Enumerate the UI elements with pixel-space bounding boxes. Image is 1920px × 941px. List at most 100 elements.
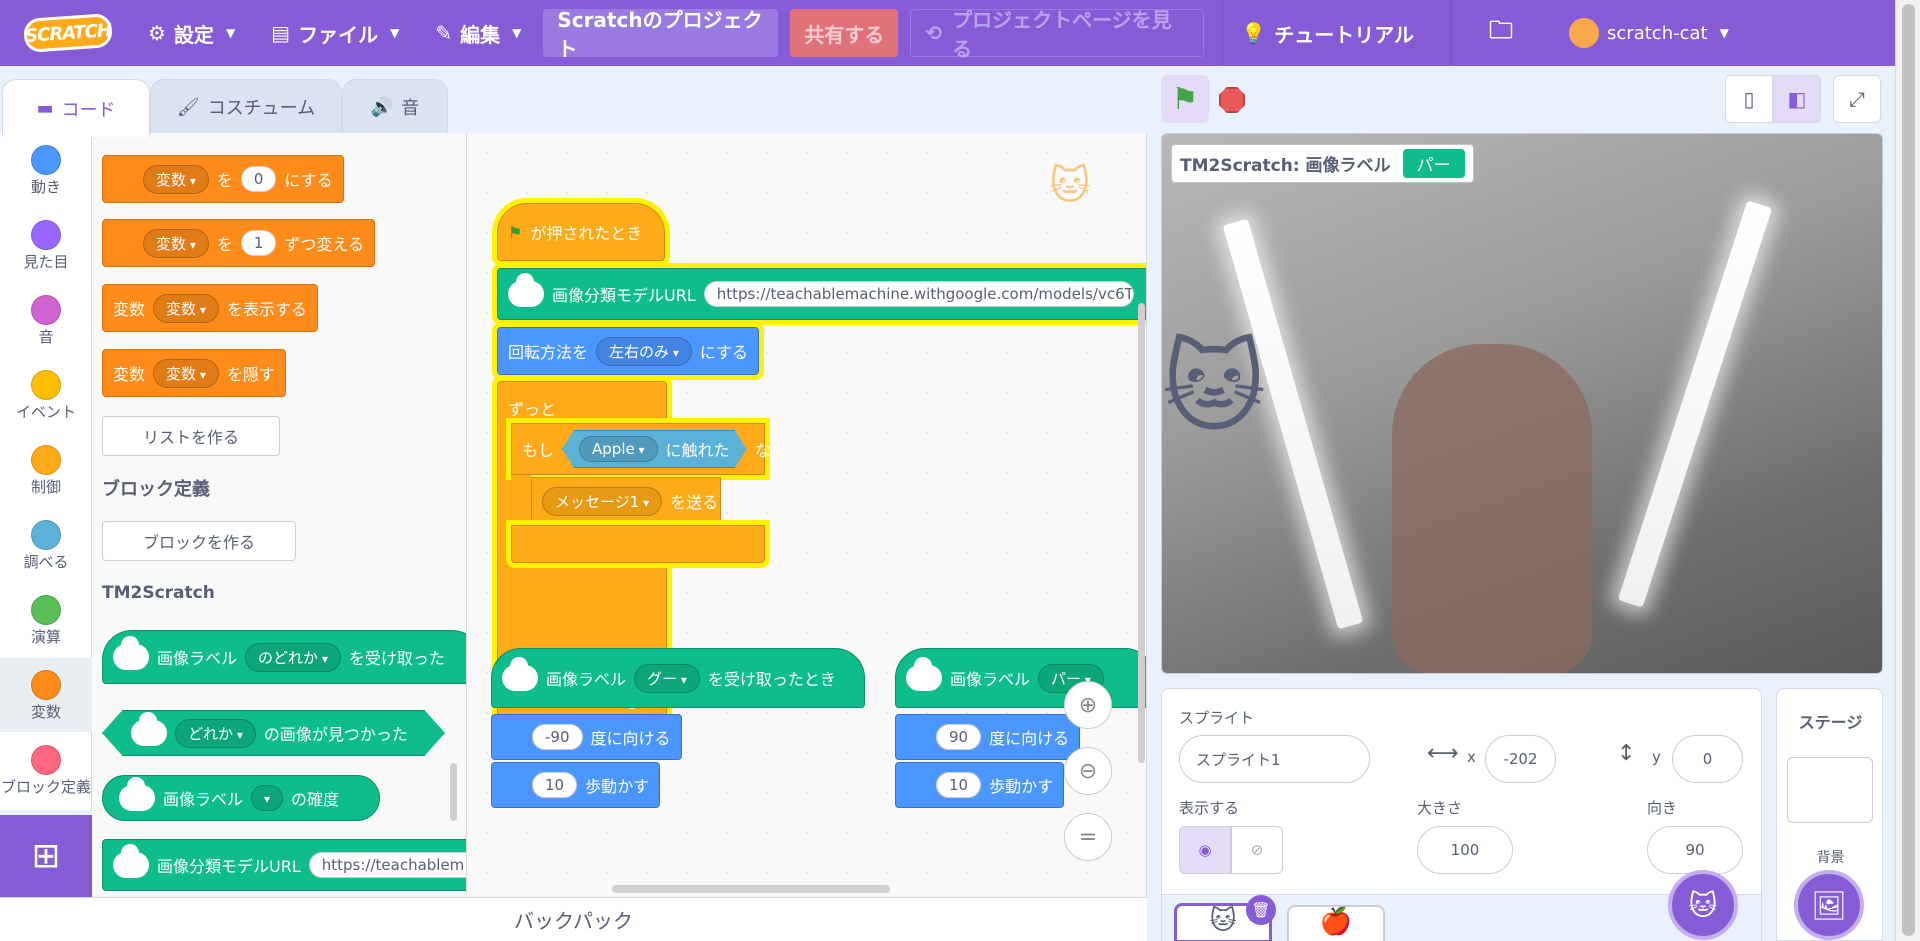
x-input[interactable]: -202: [1485, 735, 1556, 783]
variable-dropdown[interactable]: 変数: [153, 358, 219, 388]
category-control[interactable]: 制御: [0, 433, 92, 507]
category-sound[interactable]: 音: [0, 283, 92, 357]
delete-sprite-button[interactable]: 🗑: [1246, 895, 1276, 925]
settings-menu[interactable]: ⚙ 設定 ▼: [130, 0, 253, 66]
label-dropdown[interactable]: どれか: [175, 718, 256, 748]
block-if[interactable]: もし Apple に触れた なら: [511, 423, 787, 475]
block-tm-confidence[interactable]: 画像ラベル の確度: [102, 775, 380, 821]
large-stage-button[interactable]: ◧: [1773, 75, 1821, 123]
block-tm-model-url[interactable]: 画像分類モデルURL https://teachablem: [102, 839, 466, 891]
category-motion[interactable]: 動き: [0, 133, 92, 207]
message-dropdown[interactable]: メッセージ1: [542, 486, 663, 516]
edit-menu[interactable]: ✎ 編集 ▼: [417, 0, 539, 66]
variable-monitor[interactable]: TM2Scratch: 画像ラベル パー: [1171, 144, 1474, 183]
block-tm-when-label-received[interactable]: 画像ラベル のどれか を受け取った: [102, 630, 466, 684]
make-block-button[interactable]: ブロックを作る: [102, 521, 296, 561]
add-backdrop-button[interactable]: 🖼: [1794, 870, 1864, 940]
tab-sounds[interactable]: 🔊 音: [342, 79, 448, 134]
label-dropdown[interactable]: グー: [634, 663, 700, 693]
workspace-scrollbar-v[interactable]: [1138, 303, 1145, 763]
add-extension-button[interactable]: ⊞: [0, 815, 92, 897]
direction-input[interactable]: 90: [936, 724, 982, 750]
stop-button[interactable]: [1219, 87, 1245, 113]
project-title-input[interactable]: Scratchのプロジェクト: [543, 8, 779, 61]
y-input[interactable]: 0: [1672, 735, 1743, 783]
steps-input[interactable]: 10: [936, 772, 982, 798]
url-input[interactable]: https://teachablem: [308, 852, 466, 878]
label-dropdown[interactable]: [251, 785, 284, 811]
code-workspace[interactable]: 🐱 ⚑ が押されたとき 画像分類モデルURL https://teachable…: [467, 133, 1147, 897]
value-input[interactable]: 1: [240, 230, 277, 256]
direction-input[interactable]: 90: [1647, 826, 1743, 874]
zoom-out-button[interactable]: ⊖: [1064, 747, 1112, 795]
share-button[interactable]: 共有する: [790, 9, 899, 57]
stage-thumbnail[interactable]: [1787, 757, 1873, 823]
variable-dropdown[interactable]: 変数: [143, 164, 209, 194]
scratch-logo[interactable]: SCRATCH: [22, 12, 114, 54]
value-input[interactable]: 0: [240, 166, 277, 192]
block-text: 歩動かす: [585, 777, 650, 796]
category-label: 変数: [30, 702, 61, 721]
show-sprite-button[interactable]: ◉: [1179, 826, 1231, 874]
block-text: 変数: [113, 300, 146, 319]
category-my-blocks[interactable]: ブロック定義: [0, 733, 92, 807]
block-when-label-received-1[interactable]: 画像ラベル グー を受け取ったとき: [491, 648, 865, 708]
workspace-scrollbar-h[interactable]: [612, 885, 890, 893]
block-tm-image-found[interactable]: どれか の画像が見つかった: [102, 710, 445, 756]
variable-dropdown[interactable]: 変数: [153, 293, 219, 323]
block-move-steps-1[interactable]: 10 歩動かす: [491, 762, 661, 808]
block-set-model-url[interactable]: 画像分類モデルURL https://teachablemachine.with…: [497, 268, 1146, 320]
block-set-rotation-style[interactable]: 回転方法を 左右のみ にする: [497, 327, 760, 375]
scrollbar-thumb[interactable]: [1902, 4, 1915, 936]
block-touching[interactable]: Apple に触れた: [562, 430, 747, 468]
url-input[interactable]: https://teachablemachine.withgoogle.com/…: [703, 281, 1134, 307]
object-dropdown[interactable]: Apple: [579, 436, 658, 462]
category-events[interactable]: イベント: [0, 358, 92, 432]
see-project-page-button[interactable]: ⟲ プロジェクトページを見る: [910, 8, 1205, 61]
tab-costumes[interactable]: 🖌 コスチューム: [150, 79, 342, 134]
category-variables[interactable]: 変数: [0, 658, 92, 732]
hide-sprite-button[interactable]: ⊘: [1231, 826, 1283, 874]
category-looks[interactable]: 見た目: [0, 208, 92, 282]
category-operators[interactable]: 演算: [0, 583, 92, 657]
variable-dropdown[interactable]: 変数: [143, 228, 209, 258]
block-set-variable[interactable]: 変数 を 0 にする: [102, 155, 344, 203]
block-point-in-direction-1[interactable]: -90 度に向ける: [491, 714, 682, 760]
account-menu[interactable]: scratch-cat ▼: [1551, 0, 1747, 66]
block-change-variable[interactable]: 変数 を 1 ずつ変える: [102, 219, 375, 267]
my-stuff-button[interactable]: 🗀: [1451, 0, 1551, 66]
tab-code[interactable]: ▬ コード: [2, 79, 150, 137]
small-stage-button[interactable]: ▯: [1725, 75, 1773, 123]
sprite-name-input[interactable]: スプライト1: [1179, 735, 1370, 783]
cat-sprite[interactable]: 🐱: [1162, 329, 1266, 446]
block-show-variable[interactable]: 変数 変数 を表示する: [102, 284, 318, 332]
label-dropdown[interactable]: のどれか: [245, 642, 341, 672]
block-text: 回転方法を: [508, 343, 589, 362]
direction-input[interactable]: -90: [532, 724, 583, 750]
block-text: を送る: [670, 493, 719, 512]
zoom-in-button[interactable]: ⊕: [1064, 681, 1112, 729]
fullscreen-button[interactable]: ⤢: [1833, 75, 1881, 123]
palette-scrollbar[interactable]: [450, 763, 457, 821]
sprite-thumb-apple[interactable]: 🍎: [1287, 905, 1385, 941]
size-input[interactable]: 100: [1417, 826, 1513, 874]
page-scrollbar[interactable]: [1895, 0, 1920, 941]
backpack[interactable]: バックパック: [0, 897, 1147, 941]
block-broadcast[interactable]: メッセージ1 を送る: [531, 477, 721, 525]
block-text: なら: [754, 441, 787, 460]
block-when-flag-clicked[interactable]: ⚑ が押されたとき: [497, 203, 665, 261]
green-flag-button[interactable]: ⚑: [1161, 75, 1209, 123]
rotation-dropdown[interactable]: 左右のみ: [596, 336, 692, 366]
tutorials-button[interactable]: 💡 チュートリアル: [1223, 0, 1432, 66]
steps-input[interactable]: 10: [532, 772, 578, 798]
block-hide-variable[interactable]: 変数 変数 を隠す: [102, 349, 286, 397]
file-menu[interactable]: ▤ ファイル ▼: [253, 0, 417, 66]
zoom-reset-button[interactable]: =: [1064, 813, 1112, 861]
block-move-steps-2[interactable]: 10 歩動かす: [895, 762, 1065, 808]
block-point-in-direction-2[interactable]: 90 度に向ける: [895, 714, 1081, 760]
size-label: 大きさ: [1417, 799, 1463, 817]
add-sprite-button[interactable]: 🐱: [1668, 870, 1738, 940]
make-list-button[interactable]: リストを作る: [102, 416, 280, 456]
stage[interactable]: 🐱: [1161, 133, 1883, 674]
category-sensing[interactable]: 調べる: [0, 508, 92, 582]
